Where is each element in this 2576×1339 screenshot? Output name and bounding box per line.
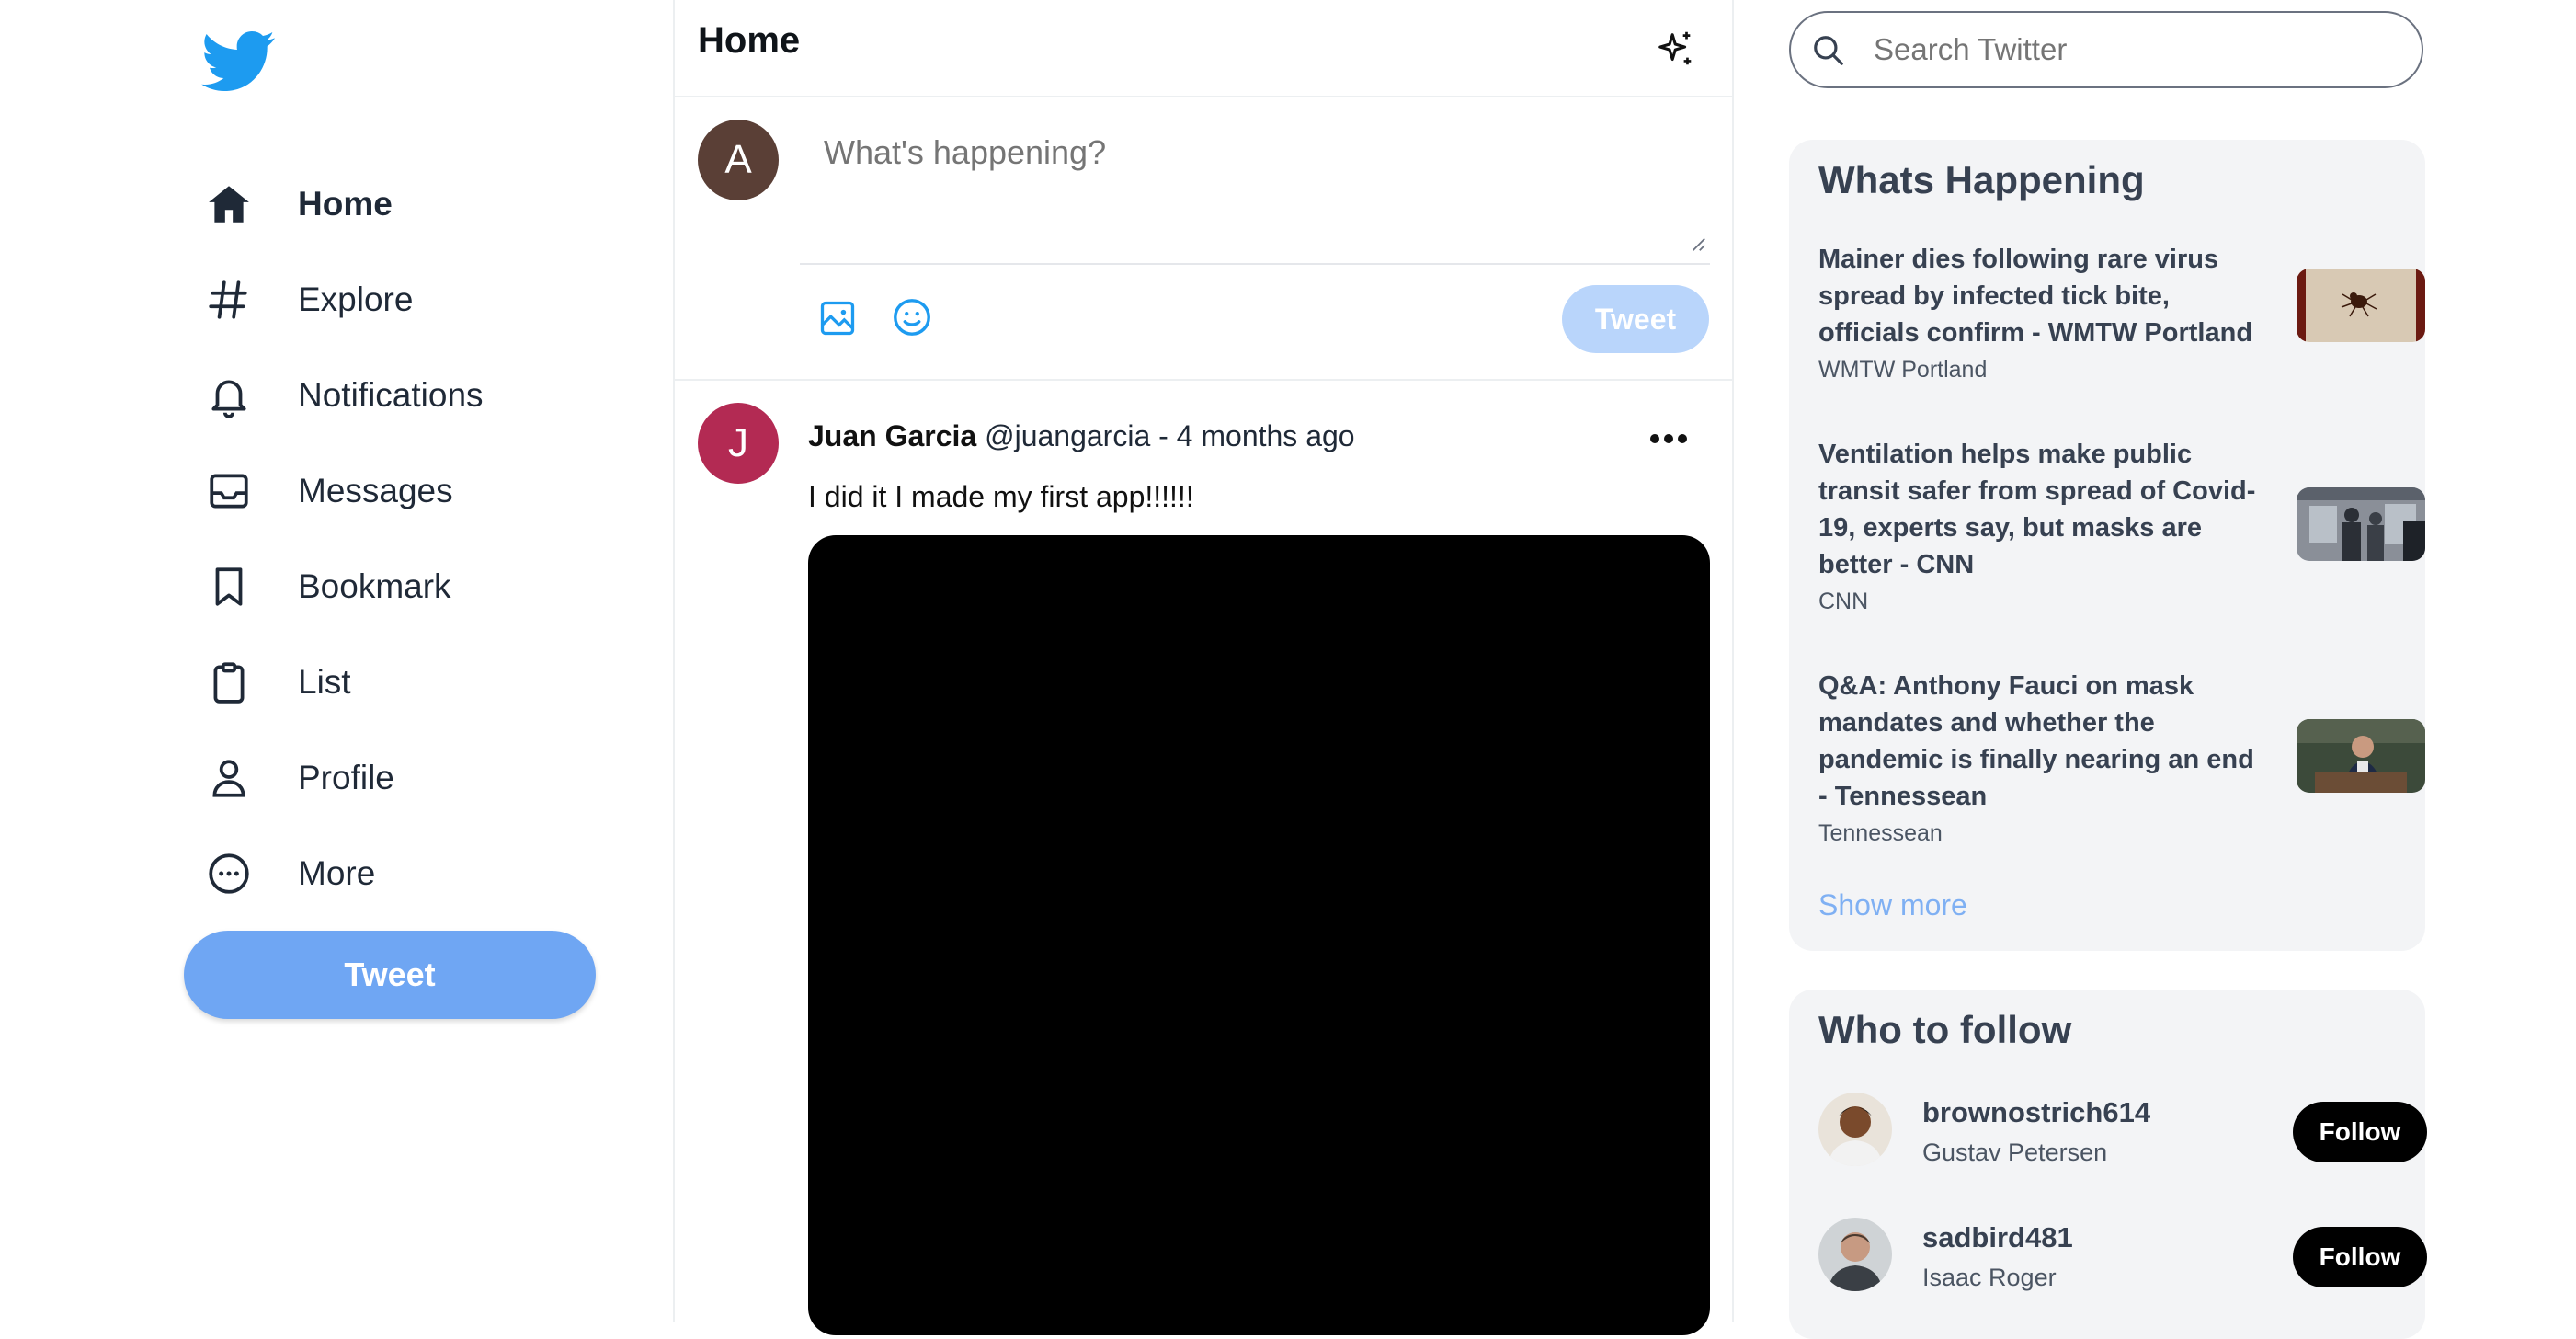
whats-happening-card: Whats Happening Mainer dies following ra… xyxy=(1789,140,2425,951)
follow-button[interactable]: Follow xyxy=(2293,1227,2427,1288)
resize-grip-icon[interactable] xyxy=(1690,235,1706,252)
nav-item-bookmark[interactable]: Bookmark xyxy=(204,539,484,635)
nav-item-messages[interactable]: Messages xyxy=(204,443,484,539)
post-author-name[interactable]: Juan Garcia xyxy=(808,419,976,452)
bell-icon xyxy=(204,371,254,420)
nav-item-more[interactable]: More xyxy=(204,826,484,921)
tweet-post: J Juan Garcia @juangarcia - 4 months ago… xyxy=(675,381,1732,1335)
page-title: Home xyxy=(698,20,801,61)
news-item[interactable]: Ventilation helps make public transit sa… xyxy=(1818,436,2425,615)
news-item[interactable]: Q&A: Anthony Fauci on mask mandates and … xyxy=(1818,668,2425,847)
nav-item-list[interactable]: List xyxy=(204,635,484,730)
nav-item-label: Bookmark xyxy=(298,567,451,605)
nav-item-label: Home xyxy=(298,185,393,223)
show-more-link[interactable]: Show more xyxy=(1818,888,1967,922)
news-source: WMTW Portland xyxy=(1818,357,1988,383)
divider xyxy=(800,263,1710,265)
twitter-bird-icon[interactable] xyxy=(198,24,280,97)
follow-display-name: Isaac Roger xyxy=(1922,1264,2057,1291)
avatar[interactable] xyxy=(1818,1218,1892,1291)
image-icon[interactable] xyxy=(817,298,858,338)
timeline-header: Home xyxy=(675,0,1732,97)
main-nav: Home Explore Notifications Messages Book… xyxy=(204,156,484,921)
card-title: Who to follow xyxy=(1818,1008,2072,1051)
user-icon xyxy=(204,753,254,803)
nav-item-label: List xyxy=(298,663,351,701)
hashtag-icon xyxy=(204,275,254,325)
news-headline[interactable]: Mainer dies following rare virus spread … xyxy=(1818,241,2264,351)
post-timestamp: 4 months ago xyxy=(1176,419,1355,452)
avatar[interactable] xyxy=(1818,1093,1892,1166)
compose-input[interactable] xyxy=(822,132,1469,173)
nav-item-label: Profile xyxy=(298,759,394,796)
tweet-composer: A Tweet xyxy=(675,97,1732,381)
news-thumbnail[interactable] xyxy=(2297,487,2425,561)
post-author-handle[interactable]: @juangarcia xyxy=(985,419,1150,452)
follow-button[interactable]: Follow xyxy=(2293,1102,2427,1162)
nav-item-label: Explore xyxy=(298,280,414,318)
nav-item-label: Notifications xyxy=(298,376,484,414)
post-separator: - xyxy=(1158,419,1168,452)
follow-suggestion: brownostrich614 Gustav Petersen Follow xyxy=(1818,1093,2427,1172)
who-to-follow-card: Who to follow brownostrich614 Gustav Pet… xyxy=(1789,990,2427,1339)
news-thumbnail[interactable] xyxy=(2297,719,2425,793)
follow-display-name: Gustav Petersen xyxy=(1922,1139,2108,1166)
nav-item-notifications[interactable]: Notifications xyxy=(204,348,484,443)
news-headline[interactable]: Q&A: Anthony Fauci on mask mandates and … xyxy=(1818,668,2264,815)
news-source: CNN xyxy=(1818,589,1869,614)
search-icon xyxy=(1811,33,1846,68)
news-item[interactable]: Mainer dies following rare virus spread … xyxy=(1818,241,2425,383)
emoji-icon[interactable] xyxy=(891,296,933,338)
post-text: I did it I made my first app!!!!!! xyxy=(808,480,1194,513)
nav-item-home[interactable]: Home xyxy=(204,156,484,252)
sparkle-icon[interactable] xyxy=(1655,28,1697,70)
inbox-icon xyxy=(204,466,254,516)
home-icon xyxy=(204,179,254,229)
nav-item-profile[interactable]: Profile xyxy=(204,730,484,826)
compose-tweet-button[interactable]: Tweet xyxy=(1562,285,1709,353)
bookmark-icon xyxy=(204,562,254,612)
sidebar-tweet-button[interactable]: Tweet xyxy=(184,931,596,1019)
avatar: A xyxy=(698,120,779,200)
news-headline[interactable]: Ventilation helps make public transit sa… xyxy=(1818,436,2264,583)
nav-item-explore[interactable]: Explore xyxy=(204,252,484,348)
news-thumbnail[interactable] xyxy=(2297,269,2425,342)
post-media[interactable] xyxy=(808,535,1710,1335)
card-title: Whats Happening xyxy=(1818,158,2145,201)
follow-username[interactable]: sadbird481 xyxy=(1922,1221,2073,1254)
more-circle-icon xyxy=(204,849,254,898)
search-input[interactable] xyxy=(1872,31,2390,68)
avatar[interactable]: J xyxy=(698,403,779,484)
follow-username[interactable]: brownostrich614 xyxy=(1922,1096,2150,1129)
follow-suggestion: sadbird481 Isaac Roger Follow xyxy=(1818,1218,2427,1297)
nav-item-label: More xyxy=(298,854,376,892)
nav-item-label: Messages xyxy=(298,472,453,509)
post-header: Juan Garcia @juangarcia - 4 months ago xyxy=(808,419,1355,453)
clipboard-icon xyxy=(204,658,254,707)
more-horizontal-icon[interactable] xyxy=(1649,432,1688,443)
timeline: Home A Tweet J Juan Garcia @juangarcia -… xyxy=(673,0,1734,1335)
search-box[interactable] xyxy=(1789,11,2423,88)
news-source: Tennessean xyxy=(1818,820,1943,846)
